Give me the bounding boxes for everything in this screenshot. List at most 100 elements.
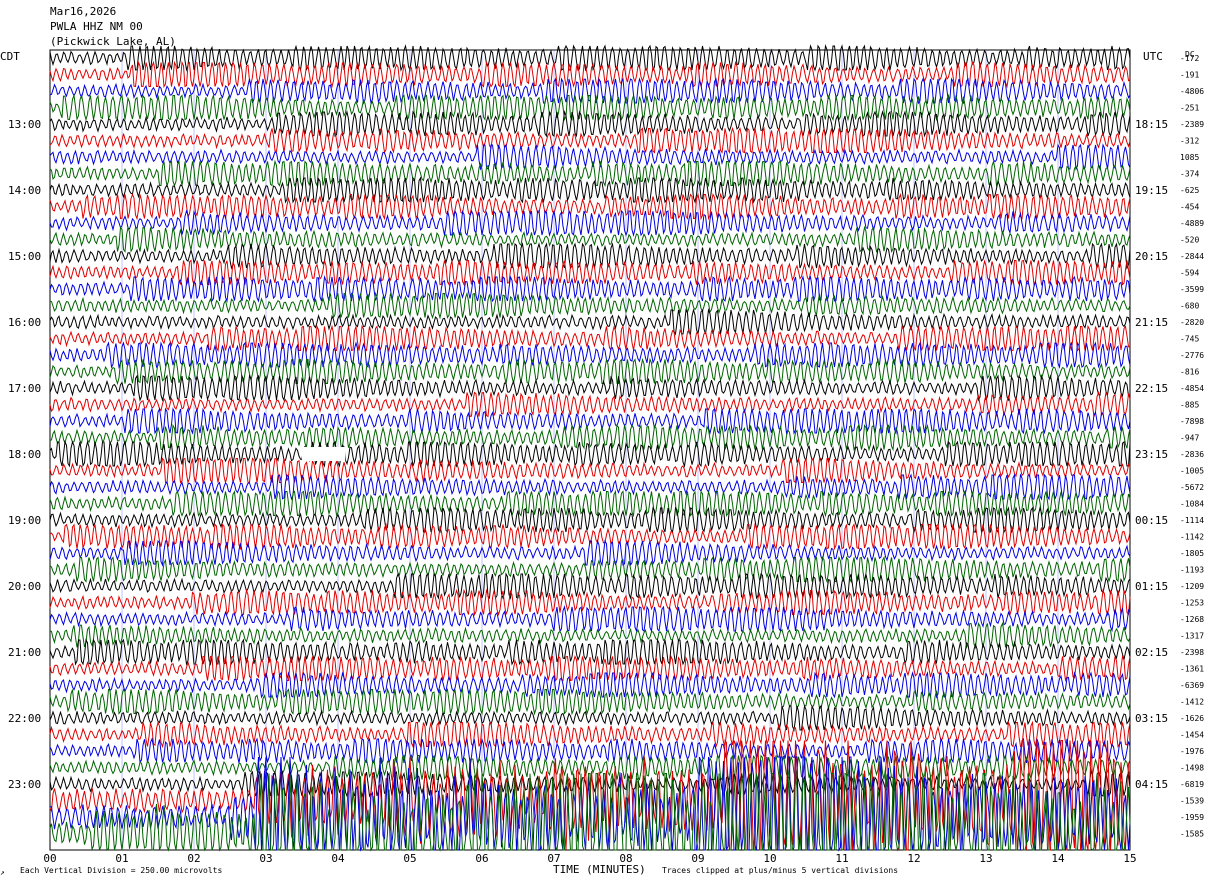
dc-offset-label: -4806 [1180, 87, 1204, 96]
dc-offset-label: -1084 [1180, 500, 1204, 509]
footer-clip-note: Traces clipped at plus/minus 5 vertical … [662, 866, 899, 875]
dc-offset-label: -3599 [1180, 285, 1204, 294]
dc-offset-label: -191 [1180, 71, 1199, 80]
trace-8 [49, 176, 1131, 204]
x-tick-label: 14 [1051, 852, 1065, 865]
left-time-label: 22:00 [8, 712, 41, 725]
dc-offset-label: -885 [1180, 401, 1199, 410]
footer-mark: ↗ [0, 868, 5, 877]
right-time-label: 22:15 [1135, 382, 1168, 395]
right-time-label: 19:15 [1135, 184, 1168, 197]
dc-offset-label: -1209 [1180, 582, 1204, 591]
dc-offset-label: -312 [1180, 137, 1199, 146]
trace-6 [49, 143, 1131, 171]
x-tick-label: 03 [259, 852, 272, 865]
dc-offset-label: -374 [1180, 170, 1199, 179]
dc-offset-label: -1976 [1180, 747, 1204, 756]
footer-scale-note: Each Vertical Division = 250.00 microvol… [20, 866, 223, 875]
dc-offset-label: -251 [1180, 104, 1199, 113]
dc-offset-label: -1317 [1180, 632, 1204, 641]
trace-16 [49, 308, 1131, 336]
dc-offset-label: -172 [1180, 54, 1199, 63]
left-time-label: 17:00 [8, 382, 41, 395]
dc-offset-label: -520 [1180, 236, 1199, 245]
left-time-label: 13:00 [8, 118, 41, 131]
dc-offset-label: -454 [1180, 203, 1199, 212]
trace-42 [49, 737, 1131, 765]
data-gap [302, 447, 346, 461]
trace-27 [49, 489, 1131, 518]
dc-offset-label: -1253 [1180, 599, 1204, 608]
dc-offset-label: -4854 [1180, 384, 1204, 393]
x-tick-label: 11 [835, 852, 848, 865]
trace-33 [49, 588, 1131, 617]
left-time-label: 20:00 [8, 580, 41, 593]
right-time-label: 02:15 [1135, 646, 1168, 659]
dc-offset-label: -594 [1180, 269, 1199, 278]
x-tick-label: 13 [979, 852, 992, 865]
x-tick-label: 05 [403, 852, 416, 865]
x-tick-label: 02 [187, 852, 200, 865]
right-time-label: 20:15 [1135, 250, 1168, 263]
left-time-label: 19:00 [8, 514, 41, 527]
dc-offset-label: -816 [1180, 368, 1199, 377]
dc-offset-label: -680 [1180, 302, 1199, 311]
seismogram-plot: 13:00 14:00 15:00 16:00 17:00 18:00 19:00 20:00… [8, 44, 1204, 865]
dc-offset-label: -947 [1180, 434, 1199, 443]
dc-offset-label: -1193 [1180, 566, 1204, 575]
x-tick-label: 00 [43, 852, 56, 865]
dc-offset-label: -6819 [1180, 780, 1204, 789]
dc-offset-label: -1268 [1180, 615, 1204, 624]
x-tick-label: 09 [691, 852, 704, 865]
dc-offset-label: -1361 [1180, 665, 1204, 674]
dc-offset-label: 1085 [1180, 153, 1199, 162]
dc-offset-label: -1959 [1180, 813, 1204, 822]
left-time-label: 23:00 [8, 778, 41, 791]
dc-offset-label: -1805 [1180, 549, 1204, 558]
x-tick-label: 15 [1123, 852, 1136, 865]
dc-offset-label: -1626 [1180, 714, 1204, 723]
dc-offset-label: -1005 [1180, 467, 1204, 476]
left-time-label: 18:00 [8, 448, 41, 461]
dc-offset-label: -1498 [1180, 764, 1204, 773]
trace-40 [49, 704, 1131, 732]
dc-offset-label: -745 [1180, 335, 1199, 344]
left-time-label: 16:00 [8, 316, 41, 329]
trace-23 [49, 423, 1131, 452]
right-time-label: 21:15 [1135, 316, 1168, 329]
x-tick-label: 04 [331, 852, 345, 865]
dc-offset-label: -625 [1180, 186, 1199, 195]
trace-13 [49, 258, 1131, 287]
right-time-label: 23:15 [1135, 448, 1168, 461]
x-axis-title: TIME (MINUTES) [553, 863, 646, 876]
dc-offset-label: -2776 [1180, 351, 1204, 360]
right-time-label: 00:15 [1135, 514, 1168, 527]
dc-offset-label: -2398 [1180, 648, 1204, 657]
left-time-label: 15:00 [8, 250, 41, 263]
dc-offset-label: -1539 [1180, 797, 1204, 806]
left-time-label: 21:00 [8, 646, 41, 659]
trace-21 [49, 390, 1131, 418]
dc-offset-label: -5672 [1180, 483, 1204, 492]
right-time-label: 01:15 [1135, 580, 1168, 593]
right-time-label: 04:15 [1135, 778, 1168, 791]
trace-22 [49, 407, 1131, 435]
dc-offset-label: -4889 [1180, 219, 1204, 228]
dc-offset-label: -2836 [1180, 450, 1204, 459]
right-time-label: 18:15 [1135, 118, 1168, 131]
dc-offset-label: -2844 [1180, 252, 1204, 261]
dc-offset-label: -1412 [1180, 698, 1204, 707]
x-tick-label: 06 [475, 852, 488, 865]
dc-offset-label: -1585 [1180, 830, 1204, 839]
x-tick-label: 01 [115, 852, 128, 865]
dc-offset-label: -6369 [1180, 681, 1204, 690]
left-time-label: 14:00 [8, 184, 41, 197]
right-time-label: 03:15 [1135, 712, 1168, 725]
trace-10 [49, 209, 1131, 237]
dc-offset-label: -1454 [1180, 731, 1204, 740]
dc-offset-label: -7898 [1180, 417, 1204, 426]
dc-offset-label: -2389 [1180, 120, 1204, 129]
dc-offset-label: -2820 [1180, 318, 1204, 327]
dc-offset-label: -1114 [1180, 516, 1204, 525]
dc-offset-label: -1142 [1180, 533, 1204, 542]
